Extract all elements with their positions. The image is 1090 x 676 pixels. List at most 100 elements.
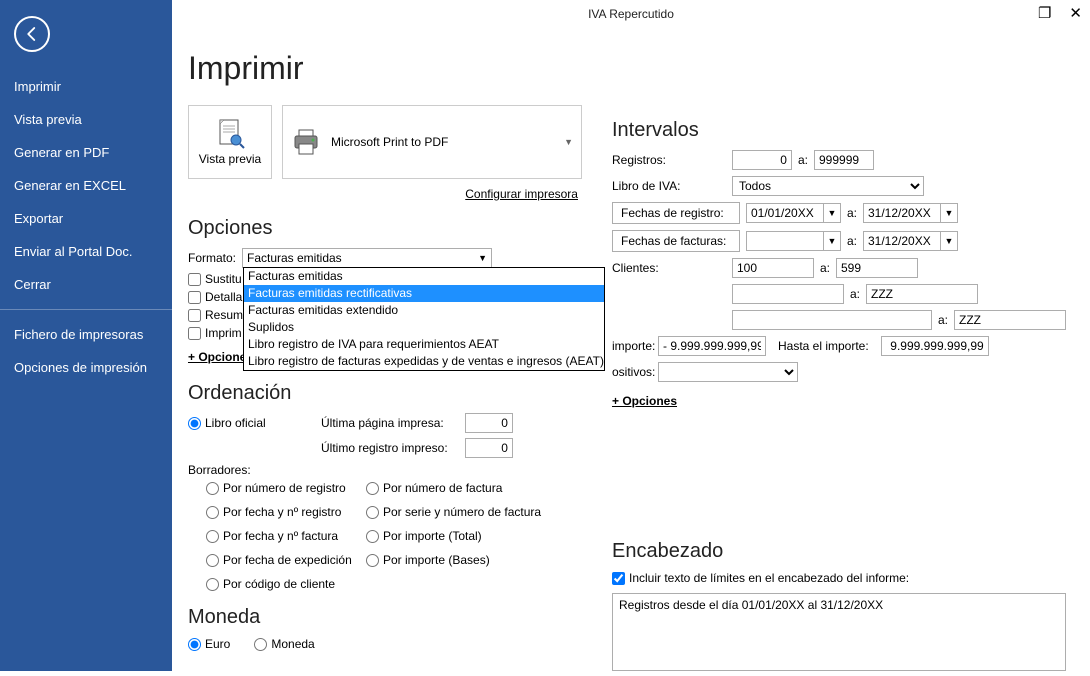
printer-select-button[interactable]: Microsoft Print to PDF ▼ bbox=[282, 105, 582, 179]
formato-value: Facturas emitidas bbox=[247, 251, 342, 265]
sidebar-item-generar-pdf[interactable]: Generar en PDF bbox=[0, 136, 172, 169]
chevron-down-icon: ▼ bbox=[564, 137, 573, 147]
fecha-reg-to-input[interactable] bbox=[863, 203, 941, 223]
ositivos-select[interactable] bbox=[658, 362, 798, 382]
opt-label: Resum bbox=[205, 308, 243, 322]
sidebar-item-fichero-impresoras[interactable]: Fichero de impresoras bbox=[0, 318, 172, 351]
desde-importe-input[interactable] bbox=[658, 336, 766, 356]
radio-euro[interactable] bbox=[188, 638, 201, 651]
registros-label: Registros: bbox=[612, 153, 726, 167]
sidebar-item-generar-excel[interactable]: Generar en EXCEL bbox=[0, 169, 172, 202]
arrow-left-icon bbox=[23, 25, 41, 43]
opt-label: Detalla bbox=[205, 290, 242, 304]
vista-previa-label: Vista previa bbox=[199, 152, 261, 166]
sep-a: a: bbox=[938, 313, 948, 327]
ositivos-label: ositivos: bbox=[612, 365, 652, 379]
hasta-importe-input[interactable] bbox=[881, 336, 989, 356]
dropdown-item[interactable]: Libro registro de IVA para requerimiento… bbox=[244, 336, 604, 353]
opt-label: Imprim bbox=[205, 326, 242, 340]
radio-draft[interactable] bbox=[366, 506, 379, 519]
registros-from-input[interactable] bbox=[732, 150, 792, 170]
sidebar-item-cerrar[interactable]: Cerrar bbox=[0, 268, 172, 301]
extra2-from-input[interactable] bbox=[732, 310, 932, 330]
configurar-impresora-link[interactable]: Configurar impresora bbox=[188, 187, 578, 201]
radio-libro-oficial[interactable] bbox=[188, 417, 201, 430]
opt-checkbox-0[interactable] bbox=[188, 273, 201, 286]
sep-a: a: bbox=[820, 261, 830, 275]
sep-a: a: bbox=[798, 153, 808, 167]
libro-iva-select[interactable]: Todos bbox=[732, 176, 924, 196]
dropdown-item[interactable]: Facturas emitidas extendido bbox=[244, 302, 604, 319]
encabezado-textarea[interactable] bbox=[612, 593, 1066, 671]
opt-checkbox-1[interactable] bbox=[188, 291, 201, 304]
draft-label: Por fecha y nº factura bbox=[223, 529, 338, 543]
dropdown-item[interactable]: Suplidos bbox=[244, 319, 604, 336]
sidebar-item-opciones-impresion[interactable]: Opciones de impresión bbox=[0, 351, 172, 384]
more-intervalos-link[interactable]: + Opciones bbox=[612, 394, 677, 408]
formato-select[interactable]: Facturas emitidas ▼ bbox=[242, 248, 492, 268]
sidebar-item-imprimir[interactable]: Imprimir bbox=[0, 70, 172, 103]
ultima-pagina-label: Última página impresa: bbox=[321, 416, 461, 430]
dropdown-item[interactable]: Libro registro de facturas expedidas y d… bbox=[244, 353, 604, 370]
radio-draft[interactable] bbox=[206, 506, 219, 519]
chevron-down-icon[interactable]: ▼ bbox=[823, 203, 841, 223]
fecha-reg-from-input[interactable] bbox=[746, 203, 824, 223]
sidebar-item-vista-previa[interactable]: Vista previa bbox=[0, 103, 172, 136]
chevron-down-icon[interactable]: ▼ bbox=[940, 203, 958, 223]
clientes-label: Clientes: bbox=[612, 261, 726, 275]
clientes-to-input[interactable] bbox=[836, 258, 918, 278]
draft-label: Por importe (Bases) bbox=[383, 553, 490, 567]
chevron-down-icon[interactable]: ▼ bbox=[940, 231, 958, 251]
draft-label: Por código de cliente bbox=[223, 577, 335, 591]
fechas-registro-button[interactable]: Fechas de registro: bbox=[612, 202, 740, 224]
chevron-down-icon: ▼ bbox=[478, 253, 487, 263]
sep-a: a: bbox=[847, 234, 857, 248]
sep-a: a: bbox=[850, 287, 860, 301]
chevron-down-icon[interactable]: ▼ bbox=[823, 231, 841, 251]
extra-from-input[interactable] bbox=[732, 284, 844, 304]
borradores-label: Borradores: bbox=[188, 463, 582, 477]
fechas-facturas-button[interactable]: Fechas de facturas: bbox=[612, 230, 740, 252]
radio-draft[interactable] bbox=[366, 554, 379, 567]
radio-draft[interactable] bbox=[206, 578, 219, 591]
draft-label: Por número de registro bbox=[223, 481, 346, 495]
titlebar: IVA Repercutido bbox=[172, 0, 1090, 28]
clientes-from-input[interactable] bbox=[732, 258, 814, 278]
extra2-to-input[interactable] bbox=[954, 310, 1066, 330]
fecha-fac-to-input[interactable] bbox=[863, 231, 941, 251]
opt-label: Sustitu bbox=[205, 272, 242, 286]
intervalos-heading: Intervalos bbox=[612, 119, 1066, 142]
radio-draft[interactable] bbox=[366, 482, 379, 495]
opciones-heading: Opciones bbox=[188, 217, 582, 240]
draft-label: Por fecha y nº registro bbox=[223, 505, 341, 519]
moneda-label: Moneda bbox=[271, 637, 314, 651]
opt-checkbox-3[interactable] bbox=[188, 327, 201, 340]
sidebar-item-enviar-portal[interactable]: Enviar al Portal Doc. bbox=[0, 235, 172, 268]
dropdown-item[interactable]: Facturas emitidas bbox=[244, 268, 604, 285]
radio-moneda[interactable] bbox=[254, 638, 267, 651]
opt-checkbox-2[interactable] bbox=[188, 309, 201, 322]
draft-label: Por número de factura bbox=[383, 481, 502, 495]
fecha-fac-from-input[interactable] bbox=[746, 231, 824, 251]
radio-draft[interactable] bbox=[366, 530, 379, 543]
extra-to-input[interactable] bbox=[866, 284, 978, 304]
ultimo-registro-input[interactable] bbox=[465, 438, 513, 458]
moneda-heading: Moneda bbox=[188, 606, 582, 629]
vista-previa-button[interactable]: Vista previa bbox=[188, 105, 272, 179]
draft-label: Por serie y número de factura bbox=[383, 505, 541, 519]
maximize-icon[interactable]: ❐ bbox=[1034, 4, 1055, 23]
draft-label: Por importe (Total) bbox=[383, 529, 482, 543]
sidebar-item-exportar[interactable]: Exportar bbox=[0, 202, 172, 235]
registros-to-input[interactable] bbox=[814, 150, 874, 170]
dropdown-item[interactable]: Facturas emitidas rectificativas bbox=[244, 285, 604, 302]
close-icon[interactable]: ✕ bbox=[1065, 4, 1086, 23]
radio-draft[interactable] bbox=[206, 482, 219, 495]
divider bbox=[0, 309, 172, 310]
ultima-pagina-input[interactable] bbox=[465, 413, 513, 433]
ultimo-registro-label: Último registro impreso: bbox=[321, 441, 461, 455]
radio-draft[interactable] bbox=[206, 530, 219, 543]
back-button[interactable] bbox=[14, 16, 50, 52]
incluir-checkbox[interactable] bbox=[612, 572, 625, 585]
formato-dropdown: Facturas emitidas Facturas emitidas rect… bbox=[243, 267, 605, 371]
radio-draft[interactable] bbox=[206, 554, 219, 567]
